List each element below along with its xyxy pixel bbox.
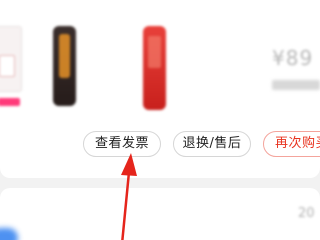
annotation-arrow-icon <box>121 153 137 240</box>
screen: ¥89 查看发票 退换/售后 再次购买 20 <box>0 0 320 240</box>
